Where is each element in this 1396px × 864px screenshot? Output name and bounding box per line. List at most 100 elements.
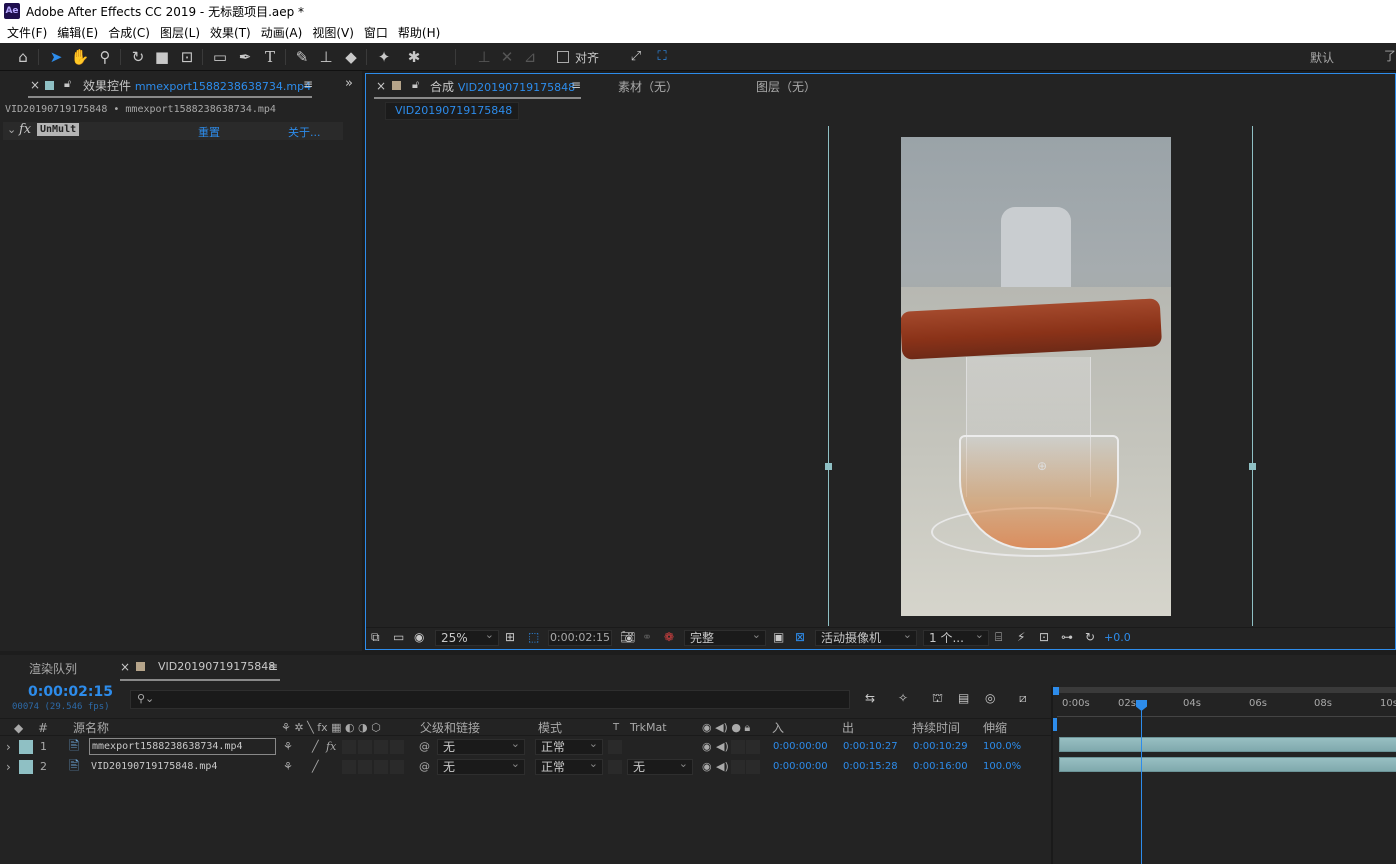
color-channels-icon[interactable]: ❁ [664,630,674,644]
snap-features-icon[interactable]: ⛶ [652,47,672,67]
snap-edges-icon[interactable]: ⤢ [626,47,646,67]
quality-switch-icon[interactable]: ╱ [312,757,319,777]
expand-arrow-icon[interactable]: › [6,737,11,757]
col-number[interactable]: # [38,719,48,737]
motion-blur-icon[interactable]: ◎ [985,691,995,705]
parent-dropdown[interactable]: 无 [437,757,525,775]
pan-behind-tool-icon[interactable]: ⊡ [177,47,197,67]
parent-pickwhip-icon[interactable]: @ [419,757,430,777]
switch-slot[interactable] [390,740,404,754]
clone-stamp-tool-icon[interactable]: ⊥ [316,47,336,67]
menu-help[interactable]: 帮助(H) [398,24,440,41]
solo-toggle[interactable] [731,740,745,754]
mode-dropdown[interactable]: 正常 [535,757,603,775]
camera-tool-icon[interactable]: ■ [152,47,172,67]
layer-row-2[interactable]: › 2 🖹︎ VID20190719175848.mp4 ⚘ ╱ @ 无 正常 … [0,757,1051,777]
layer-duration[interactable]: 0:00:16:00 [913,757,968,777]
toggle-view-options-icon[interactable]: ⌸ [995,630,1002,645]
safe-margins-icon[interactable]: ⊞ [505,630,515,644]
col-trkmat[interactable]: TrkMat [630,719,667,737]
parent-dropdown[interactable]: 无 [437,737,525,755]
fast-previews-icon[interactable]: ⚡ [1017,630,1025,644]
composition-tab[interactable]: 合成 VID20190719175848 [430,78,575,95]
pixel-aspect-icon[interactable]: ⊠ [795,630,805,644]
col-parent[interactable]: 父级和链接 [420,719,480,737]
timeline-panel-menu-icon[interactable]: ≡ [268,660,278,674]
bound-handle-right[interactable] [1249,463,1256,470]
comp-lock-icon[interactable]: 🔓︎ [412,78,419,92]
quality-switch-icon[interactable]: ╱ [312,737,319,757]
region-of-interest-icon[interactable]: ⬚ [528,630,539,644]
effect-controls-tab[interactable]: 效果控件 mmexport1588238638734.mp4 [83,77,311,94]
col-out[interactable]: 出 [842,719,854,737]
layer-in-point[interactable]: 0:00:00:00 [773,737,828,757]
selection-tool-icon[interactable]: ➤ [46,47,66,67]
magnification-dropdown[interactable]: 25% [435,628,499,646]
comp-panel-menu-icon[interactable]: ≡ [571,78,581,92]
col-t[interactable]: T [613,719,619,737]
layer-name[interactable]: VID20190719175848.mp4 [91,757,217,777]
bound-handle-left[interactable] [825,463,832,470]
layer-in-point[interactable]: 0:00:00:00 [773,757,828,777]
rectangle-tool-icon[interactable]: ▭ [210,47,230,67]
panel-overflow-icon[interactable]: » [345,76,353,91]
shy-switch-icon[interactable]: ⚘ [283,737,293,757]
anchor-point-icon[interactable]: ⊕ [1037,459,1047,473]
close-timeline-tab-icon[interactable]: × [120,660,130,674]
effect-name[interactable]: UnMult [37,123,80,136]
workspace-more[interactable]: 了 [1384,47,1396,64]
render-queue-tab[interactable]: 渲染队列 [29,660,77,677]
solo-toggle[interactable] [731,760,745,774]
timeline-icon[interactable]: ⊡ [1039,630,1049,644]
layer-stretch[interactable]: 100.0% [983,757,1021,777]
fx-switch-icon[interactable]: fx [326,737,336,757]
draft-3d-icon[interactable]: ✧ [898,691,908,705]
menu-effect[interactable]: 效果(T) [210,24,251,41]
layer-label-color[interactable] [19,740,33,754]
always-preview-icon[interactable]: ⧉ [371,630,380,645]
camera-dropdown[interactable]: 活动摄像机 [815,628,917,646]
switch-slot[interactable] [342,740,356,754]
reset-exposure-icon[interactable]: ↻ [1085,630,1095,644]
mask-visibility-icon[interactable]: ◉ [414,630,424,644]
comp-viewer[interactable]: ⊕ [366,126,1395,626]
eraser-tool-icon[interactable]: ◆ [341,47,361,67]
lock-toggle[interactable] [746,740,760,754]
lock-toggle[interactable] [746,760,760,774]
expand-chevron-icon[interactable]: ⌄ [7,123,16,136]
layer-out-point[interactable]: 0:00:15:28 [843,757,898,777]
effect-reset-link[interactable]: 重置 [198,124,220,140]
mode-dropdown[interactable]: 正常 [535,737,603,755]
video-visibility-icon[interactable]: ◉ [702,737,712,757]
footage-tab[interactable]: 素材（无） [618,78,678,95]
layer-name[interactable]: mmexport1588238638734.mp4 [89,738,276,755]
layer-out-point[interactable]: 0:00:10:27 [843,737,898,757]
time-ruler[interactable]: 0:00s 02s 04s 06s 08s 10s [1057,695,1396,717]
current-time-display[interactable]: 0:00:02:15 [28,684,113,700]
local-axis-icon[interactable]: ⊥ [474,47,494,67]
switch-slot[interactable] [374,760,388,774]
switch-slot[interactable] [374,740,388,754]
col-mode[interactable]: 模式 [538,719,562,737]
layer-bar-2[interactable] [1059,757,1396,772]
current-time-field[interactable]: 0:00:02:15 [548,630,612,646]
comp-mini-flowchart-icon[interactable]: ⇆ [865,691,875,705]
switch-slot[interactable] [358,740,372,754]
pen-tool-icon[interactable]: ✒ [235,47,255,67]
menu-layer[interactable]: 图层(L) [160,24,200,41]
audio-icon[interactable]: ◀) [716,757,729,777]
frame-blending-icon[interactable]: ▤ [958,691,969,705]
views-dropdown[interactable]: 1 个... [923,628,989,646]
parent-pickwhip-icon[interactable]: @ [419,737,430,757]
menu-composition[interactable]: 合成(C) [108,24,150,41]
layer-row-1[interactable]: › 1 🖹︎ mmexport1588238638734.mp4 ⚘ ╱ fx … [0,737,1051,757]
timeline-navigator-start[interactable] [1053,718,1057,731]
menu-window[interactable]: 窗口 [364,24,388,41]
layer-label-color[interactable] [19,760,33,774]
close-tab-icon[interactable]: × [30,78,40,92]
audio-icon[interactable]: ◀) [716,737,729,757]
exposure-value[interactable]: +0.0 [1104,631,1131,644]
playhead-line[interactable] [1141,700,1142,864]
close-comp-tab-icon[interactable]: × [376,79,386,93]
monitor-icon[interactable]: ▭ [393,630,404,644]
